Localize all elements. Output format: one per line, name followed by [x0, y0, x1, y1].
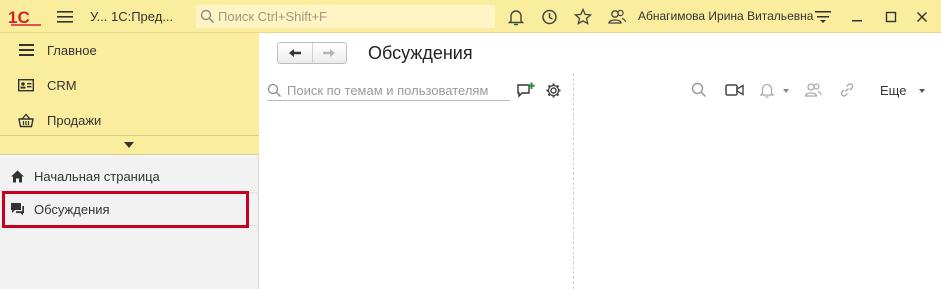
- main-content: Обсуждения Поиск по темам и пользователя…: [260, 33, 941, 289]
- users-icon[interactable]: [605, 5, 629, 29]
- global-search-input[interactable]: Поиск Ctrl+Shift+F: [196, 5, 495, 28]
- history-nav-buttons: [277, 42, 347, 64]
- discussion-search-placeholder: Поиск по темам и пользователям: [287, 83, 489, 98]
- highlight-frame: [2, 191, 249, 228]
- discussion-settings-button[interactable]: [543, 80, 563, 100]
- more-menu-button[interactable]: Еще: [880, 83, 906, 98]
- gear-icon: [546, 83, 560, 97]
- video-camera-icon: [724, 84, 744, 96]
- users-icon: [804, 83, 822, 97]
- new-discussion-button[interactable]: [516, 80, 536, 100]
- arrow-right-icon: [323, 49, 336, 57]
- app-title[interactable]: У... 1С:Пред...: [90, 9, 173, 24]
- back-button[interactable]: [278, 43, 312, 63]
- settings-menu-icon[interactable]: [811, 5, 835, 29]
- search-icon: [691, 82, 707, 98]
- sections-panel: Главное CRM Продажи: [0, 33, 259, 136]
- section-crm-label: CRM: [47, 77, 77, 93]
- section-crm[interactable]: CRM: [0, 68, 259, 102]
- participants-button[interactable]: [803, 80, 823, 100]
- bell-icon: [759, 83, 775, 98]
- copy-link-button[interactable]: [837, 80, 857, 100]
- global-search-placeholder: Поиск Ctrl+Shift+F: [218, 9, 327, 24]
- chevron-down-icon: [124, 142, 134, 148]
- basket-icon: [17, 111, 35, 129]
- top-bar: 1С У... 1С:Пред... Поиск Ctrl+Shift+F Аб…: [0, 0, 941, 33]
- search-messages-button[interactable]: [689, 80, 709, 100]
- nav-item-home[interactable]: Начальная страница: [0, 160, 259, 193]
- contacts-card-icon: [17, 76, 35, 94]
- user-name[interactable]: Абнагимова Ирина Витальевна: [638, 9, 813, 23]
- page-title: Обсуждения: [368, 43, 473, 63]
- forward-button[interactable]: [311, 43, 346, 63]
- notifications-dropdown-caret-icon[interactable]: [783, 89, 789, 93]
- search-icon: [267, 83, 281, 97]
- main-menu-icon[interactable]: [53, 5, 77, 29]
- home-icon: [11, 170, 24, 183]
- section-sales-label: Продажи: [47, 112, 102, 128]
- nav-item-home-label: Начальная страница: [34, 169, 160, 184]
- favorites-star-icon[interactable]: [571, 5, 595, 29]
- menu-lines-icon: [17, 41, 35, 59]
- minimize-icon[interactable]: [845, 5, 869, 29]
- sections-expand-toggle[interactable]: [0, 135, 259, 155]
- section-main-label: Главное: [47, 42, 97, 58]
- link-icon: [840, 83, 854, 97]
- add-chat-icon: [517, 82, 535, 98]
- more-dropdown-caret-icon[interactable]: [919, 89, 925, 93]
- discussion-search-input[interactable]: Поиск по темам и пользователям: [267, 80, 510, 101]
- notifications-button[interactable]: [757, 80, 777, 100]
- maximize-icon[interactable]: [879, 5, 903, 29]
- section-main[interactable]: Главное: [0, 33, 259, 67]
- panel-divider[interactable]: [573, 73, 574, 289]
- bell-icon[interactable]: [504, 5, 528, 29]
- arrow-left-icon: [288, 49, 301, 57]
- section-sales[interactable]: Продажи: [0, 103, 259, 137]
- search-icon: [200, 9, 215, 24]
- video-call-button[interactable]: [724, 80, 744, 100]
- history-icon[interactable]: [537, 5, 561, 29]
- svg-text:1С: 1С: [8, 8, 30, 27]
- close-icon[interactable]: [910, 5, 934, 29]
- 1c-logo-icon[interactable]: 1С: [8, 7, 44, 27]
